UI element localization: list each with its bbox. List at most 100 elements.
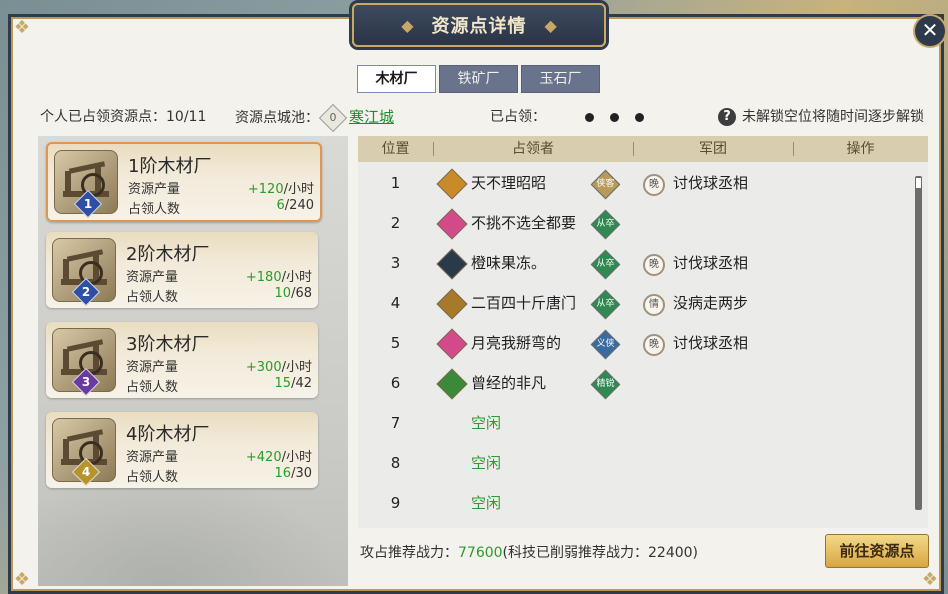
corner-ornament-icon: ❖ (13, 569, 31, 590)
occupied-count: 个人已占领资源点：10/11 (40, 109, 207, 125)
legion-emblem-icon: 晚 (643, 174, 665, 196)
mill-name: 1阶木材厂 (128, 156, 212, 177)
class-icon (436, 288, 468, 320)
power-value: 77600 (458, 545, 503, 561)
header-position: 位置 (381, 141, 410, 157)
table-row[interactable]: 7 空闲 (358, 403, 918, 443)
idle-slot: 空闲 (471, 494, 502, 512)
mill-card-4[interactable]: 4 4阶木材厂 资源产量 +420/小时 占领人数 16/30 (46, 412, 318, 488)
rank-badge-icon: 从卒 (590, 289, 621, 320)
owned-dot (609, 112, 619, 122)
table-row[interactable]: 8 空闲 (358, 443, 918, 483)
legion-emblem-icon: 情 (643, 294, 665, 316)
mill-card-1[interactable]: 1 1阶木材厂 资源产量 +120/小时 占领人数 6/240 (46, 142, 322, 222)
production-row: 资源产量 +300/小时 (126, 360, 312, 375)
hint-text: 未解锁空位将随时间逐步解锁 (742, 109, 924, 125)
unlock-hint: ? 未解锁空位将随时间逐步解锁 (718, 106, 924, 126)
occupant-name[interactable]: 月亮我掰弯的 (471, 323, 561, 363)
table-row[interactable]: 2 不挑不选全都要 从卒 (358, 203, 918, 243)
close-button[interactable]: ✕ (913, 14, 947, 48)
occupant-count-row: 占领人数 16/30 (126, 466, 312, 485)
corner-ornament-icon: ❖ (13, 17, 31, 38)
owned-dot (584, 112, 594, 122)
scrollbar-thumb[interactable] (916, 178, 921, 188)
occupant-name[interactable]: 二百四十斤唐门 (471, 283, 576, 323)
help-icon[interactable]: ? (718, 108, 736, 126)
production-row: 资源产量 +180/小时 (126, 270, 312, 285)
rank-badge-icon: 从卒 (590, 249, 621, 280)
occupant-name[interactable]: 不挑不选全都要 (471, 203, 576, 243)
idle-slot: 空闲 (471, 414, 502, 432)
production-row: 资源产量 +120/小时 (128, 182, 314, 197)
legion-name[interactable]: 讨伐球丞相 (673, 163, 748, 203)
resource-type-tabs: 木材厂 铁矿厂 玉石厂 (357, 65, 603, 93)
occupant-count-row: 占领人数 6/240 (128, 198, 314, 217)
close-icon: ✕ (921, 18, 939, 42)
slot-position: 9 (390, 494, 401, 512)
class-icon (436, 368, 468, 400)
mill-card-3[interactable]: 3 3阶木材厂 资源产量 +300/小时 占领人数 15/42 (46, 322, 318, 398)
occupant-name[interactable]: 天不理昭昭 (471, 163, 546, 203)
city-info: 资源点城池： 0 寒江城 (235, 103, 394, 133)
table-row[interactable]: 5 月亮我掰弯的 义侠晚 讨伐球丞相 (358, 323, 918, 363)
rank-badge-icon: 义侠 (590, 329, 621, 360)
class-icon (436, 208, 468, 240)
rank-badge-icon: 精锐 (590, 369, 621, 400)
occupant-name[interactable]: 橙味果冻。 (471, 243, 546, 283)
class-icon (436, 248, 468, 280)
table-row[interactable]: 6 曾经的非凡 精锐 (358, 363, 918, 403)
slot-position: 4 (390, 294, 401, 312)
slot-position: 2 (390, 214, 401, 232)
rank-badge-icon: 从卒 (590, 209, 621, 240)
legion-name[interactable]: 没病走两步 (673, 283, 748, 323)
table-row[interactable]: 1 天不理昭昭 侠客晚 讨伐球丞相 (358, 163, 918, 203)
table-row[interactable]: 3 橙味果冻。 从卒晚 讨伐球丞相 (358, 243, 918, 283)
table-row[interactable]: 4 二百四十斤唐门 从卒情 没病走两步 (358, 283, 918, 323)
table-scrollbar[interactable] (915, 176, 922, 510)
power-note: (科技已削弱推荐战力：22400) (502, 545, 699, 561)
slot-position: 8 (390, 454, 401, 472)
production-row: 资源产量 +420/小时 (126, 450, 312, 465)
legion-emblem-icon: 晚 (643, 254, 665, 276)
slot-position: 3 (390, 254, 401, 272)
owned-label: 已占领： (490, 109, 546, 125)
occupant-count-row: 占领人数 15/42 (126, 376, 312, 395)
legion-emblem-icon: 晚 (643, 334, 665, 356)
city-badge-icon: 0 (318, 103, 348, 133)
corner-ornament-icon: ❖ (921, 569, 939, 590)
city-label: 资源点城池： (235, 110, 319, 126)
occupant-table: 位置 占领者 军团 操作 1 天不理昭昭 侠客晚 讨伐球丞相 2 不挑不选全都要 … (358, 136, 928, 528)
class-icon (436, 328, 468, 360)
legion-name[interactable]: 讨伐球丞相 (673, 323, 748, 363)
mill-name: 4阶木材厂 (126, 424, 210, 445)
ornament-icon: ◆ (544, 15, 557, 35)
slot-position: 6 (390, 374, 401, 392)
table-row[interactable]: 9 空闲 (358, 483, 918, 523)
legion-name[interactable]: 讨伐球丞相 (673, 243, 748, 283)
tab-jade-quarry[interactable]: 玉石厂 (521, 65, 600, 93)
recommended-power: 攻占推荐战力：77600(科技已削弱推荐战力：22400) (360, 542, 698, 562)
ornament-icon: ◆ (401, 15, 414, 35)
slot-position: 7 (390, 414, 401, 432)
tab-lumber-mill[interactable]: 木材厂 (357, 65, 436, 93)
rank-badge-icon: 侠客 (590, 169, 621, 200)
class-icon (436, 168, 468, 200)
dialog-title: 资源点详情 (431, 16, 527, 37)
slot-position: 5 (390, 334, 401, 352)
mill-card-2[interactable]: 2 2阶木材厂 资源产量 +180/小时 占领人数 10/68 (46, 232, 318, 308)
header-occupant: 占领者 (512, 141, 554, 157)
title-plate: ◆ 资源点详情 ◆ (352, 3, 606, 47)
mill-name: 2阶木材厂 (126, 244, 210, 265)
header-action: 操作 (846, 141, 875, 157)
go-to-resource-button[interactable]: 前往资源点 (825, 534, 929, 568)
owned-indicator: 已占领： (490, 106, 652, 126)
city-link[interactable]: 寒江城 (349, 108, 394, 126)
power-label: 攻占推荐战力： (360, 545, 458, 561)
tab-iron-mine[interactable]: 铁矿厂 (439, 65, 518, 93)
occupant-count-row: 占领人数 10/68 (126, 286, 312, 305)
idle-slot: 空闲 (471, 454, 502, 472)
slot-position: 1 (390, 174, 401, 192)
occupant-name[interactable]: 曾经的非凡 (471, 363, 546, 403)
mill-name: 3阶木材厂 (126, 334, 210, 355)
table-header: 位置 占领者 军团 操作 (358, 136, 928, 162)
